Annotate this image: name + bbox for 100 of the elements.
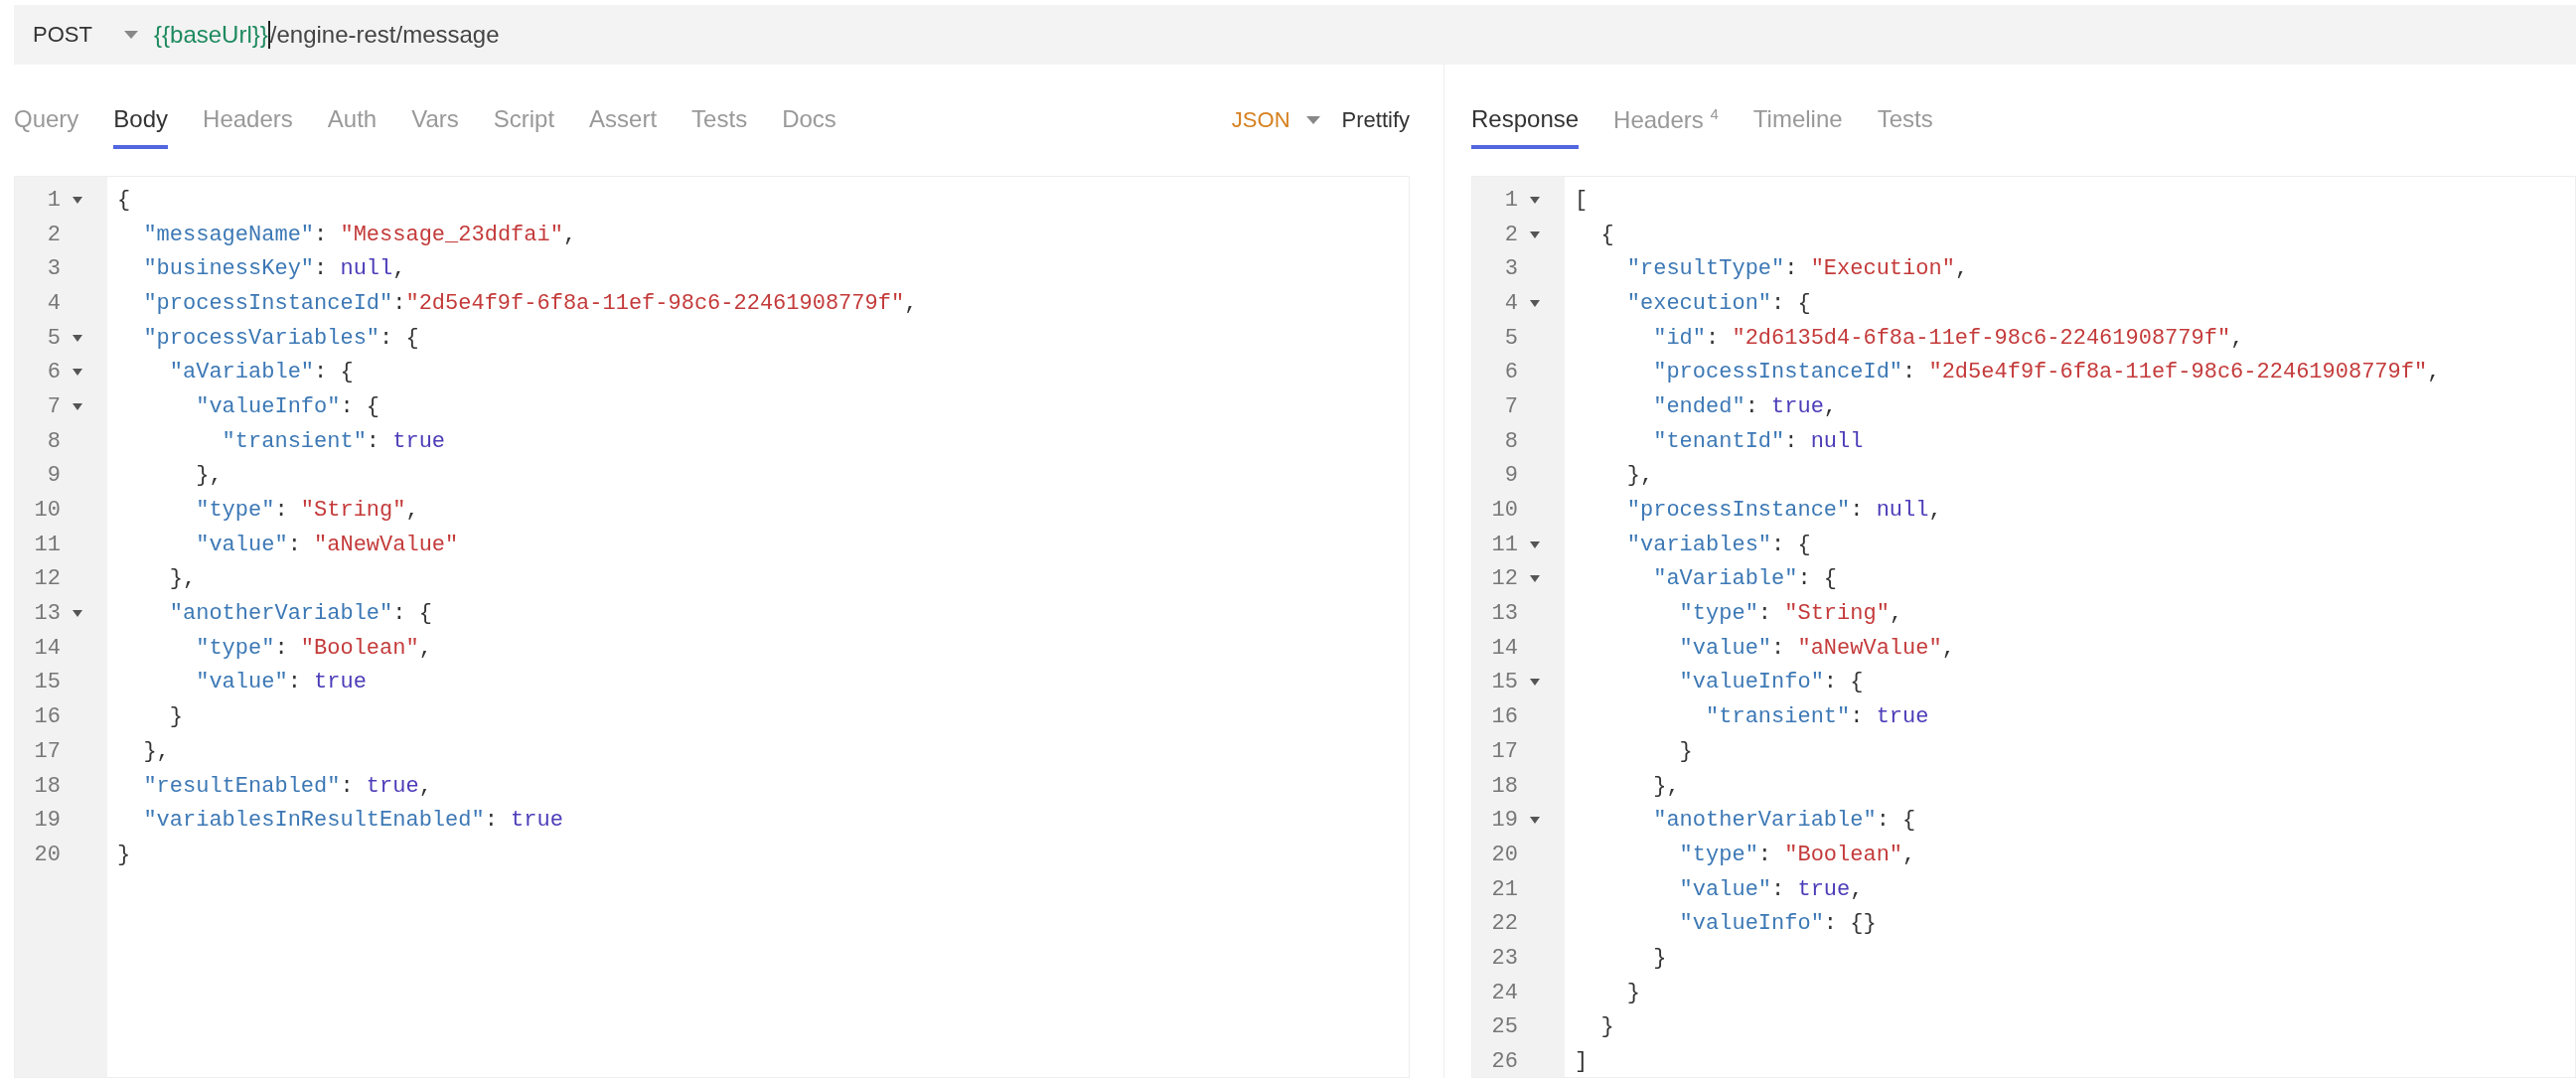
tab[interactable]: Tests: [691, 97, 748, 149]
line-number: 25: [1490, 1014, 1518, 1040]
json-punctuation: ,: [1902, 842, 1916, 867]
json-literal: null: [340, 256, 393, 282]
json-key: "businessKey": [117, 256, 315, 282]
tab[interactable]: Response: [1471, 97, 1580, 149]
json-punctuation: : {: [1876, 808, 1916, 834]
line-number: 19: [33, 808, 61, 834]
fold-arrow-icon[interactable]: [1530, 540, 1540, 548]
line-number: 9: [1503, 463, 1518, 489]
line-number: 18: [33, 773, 61, 799]
json-key: "valueInfo": [1575, 670, 1824, 695]
tab[interactable]: Body: [113, 97, 169, 149]
tab[interactable]: Tests: [1877, 97, 1933, 149]
json-punctuation: }: [1652, 945, 1667, 971]
tab[interactable]: Script: [493, 97, 555, 149]
tab[interactable]: Docs: [782, 97, 836, 149]
line-number: 4: [1503, 290, 1518, 316]
line-number: 8: [46, 428, 61, 454]
json-punctuation: :: [314, 256, 329, 282]
json-punctuation: :: [1771, 876, 1786, 902]
json-key: "type": [1575, 601, 1758, 627]
fold-arrow-icon[interactable]: [73, 334, 82, 342]
tab[interactable]: Vars: [411, 97, 459, 149]
body-mode-selector[interactable]: JSON: [1231, 107, 1290, 133]
json-key: "anotherVariable": [117, 601, 393, 627]
json-punctuation: ,: [1928, 498, 1942, 524]
json-key: "id": [1575, 325, 1707, 351]
tab[interactable]: Assert: [589, 97, 658, 149]
method-selector[interactable]: POST: [33, 22, 124, 48]
json-punctuation: :: [314, 222, 329, 247]
line-number: 8: [1503, 428, 1518, 454]
json-key: "anotherVariable": [1575, 808, 1877, 834]
fold-arrow-icon[interactable]: [73, 610, 82, 618]
json-key: "type": [117, 635, 275, 661]
prettify-button[interactable]: Prettify: [1335, 103, 1410, 137]
json-punctuation: }: [168, 704, 183, 730]
fold-arrow-icon[interactable]: [73, 402, 82, 410]
json-key: "value": [1575, 635, 1772, 661]
line-number: 14: [1490, 635, 1518, 661]
line-number: 15: [33, 670, 61, 695]
line-number: 16: [1490, 704, 1518, 730]
json-punctuation: : {: [1797, 566, 1838, 592]
json-punctuation: },: [142, 738, 170, 764]
json-string: "2d5e4f9f-6f8a-11ef-98c6-22461908779f": [405, 290, 905, 316]
json-punctuation: :: [1771, 635, 1786, 661]
json-literal: true: [511, 808, 563, 834]
line-number: 13: [1490, 601, 1518, 627]
json-punctuation: ,: [2427, 360, 2441, 385]
json-key: "value": [117, 670, 288, 695]
fold-arrow-icon[interactable]: [1530, 575, 1540, 583]
json-punctuation: ,: [1823, 393, 1838, 419]
json-punctuation: },: [168, 566, 197, 592]
json-punctuation: : {: [1823, 670, 1864, 695]
tab[interactable]: Auth: [327, 97, 378, 149]
json-punctuation: },: [1652, 773, 1680, 799]
line-number: 12: [1490, 566, 1518, 592]
json-literal: true: [314, 670, 367, 695]
json-punctuation: : {}: [1823, 911, 1877, 937]
line-number: 2: [46, 222, 61, 247]
tab[interactable]: Headers $^{4}$: [1613, 96, 1719, 150]
json-key: "value": [117, 532, 288, 557]
json-string: "aNewValue": [1797, 635, 1942, 661]
json-key: "resultEnabled": [117, 773, 341, 799]
json-punctuation: :: [1744, 393, 1759, 419]
json-punctuation: ,: [2230, 325, 2244, 351]
json-punctuation: ,: [904, 290, 918, 316]
fold-arrow-icon[interactable]: [1530, 196, 1540, 204]
json-punctuation: : {: [379, 325, 419, 351]
json-key: "resultType": [1575, 256, 1785, 282]
json-punctuation: :: [1902, 360, 1917, 385]
url-path: /engine-rest/message: [269, 21, 500, 49]
fold-arrow-icon[interactable]: [73, 369, 82, 377]
fold-arrow-icon[interactable]: [1530, 231, 1540, 238]
url-field[interactable]: {{baseUrl}}/engine-rest/message: [154, 21, 500, 49]
fold-arrow-icon[interactable]: [1530, 679, 1540, 687]
tab[interactable]: Query: [14, 97, 79, 149]
line-number: 18: [1490, 773, 1518, 799]
json-punctuation: : {: [314, 360, 354, 385]
fold-arrow-icon[interactable]: [1530, 299, 1540, 307]
caret-icon[interactable]: [124, 31, 138, 39]
line-number: 11: [33, 532, 61, 557]
json-literal: true: [1797, 876, 1851, 902]
json-literal: true: [1771, 393, 1824, 419]
line-number: 24: [1490, 980, 1518, 1005]
json-key: "valueInfo": [1575, 911, 1824, 937]
json-punctuation: {: [1599, 222, 1614, 247]
tab[interactable]: Headers: [203, 97, 293, 149]
json-punctuation: :: [1757, 601, 1773, 627]
json-punctuation: :: [1784, 428, 1799, 454]
line-number: 6: [46, 360, 61, 385]
fold-arrow-icon[interactable]: [73, 196, 82, 204]
line-number: 19: [1490, 808, 1518, 834]
line-number: 10: [1490, 498, 1518, 524]
line-number: 3: [46, 256, 61, 282]
tab[interactable]: Timeline: [1752, 97, 1843, 149]
fold-arrow-icon[interactable]: [1530, 817, 1540, 825]
caret-icon[interactable]: [1305, 116, 1320, 124]
line-number: 4: [46, 290, 61, 316]
line-number: 26: [1490, 1049, 1518, 1075]
